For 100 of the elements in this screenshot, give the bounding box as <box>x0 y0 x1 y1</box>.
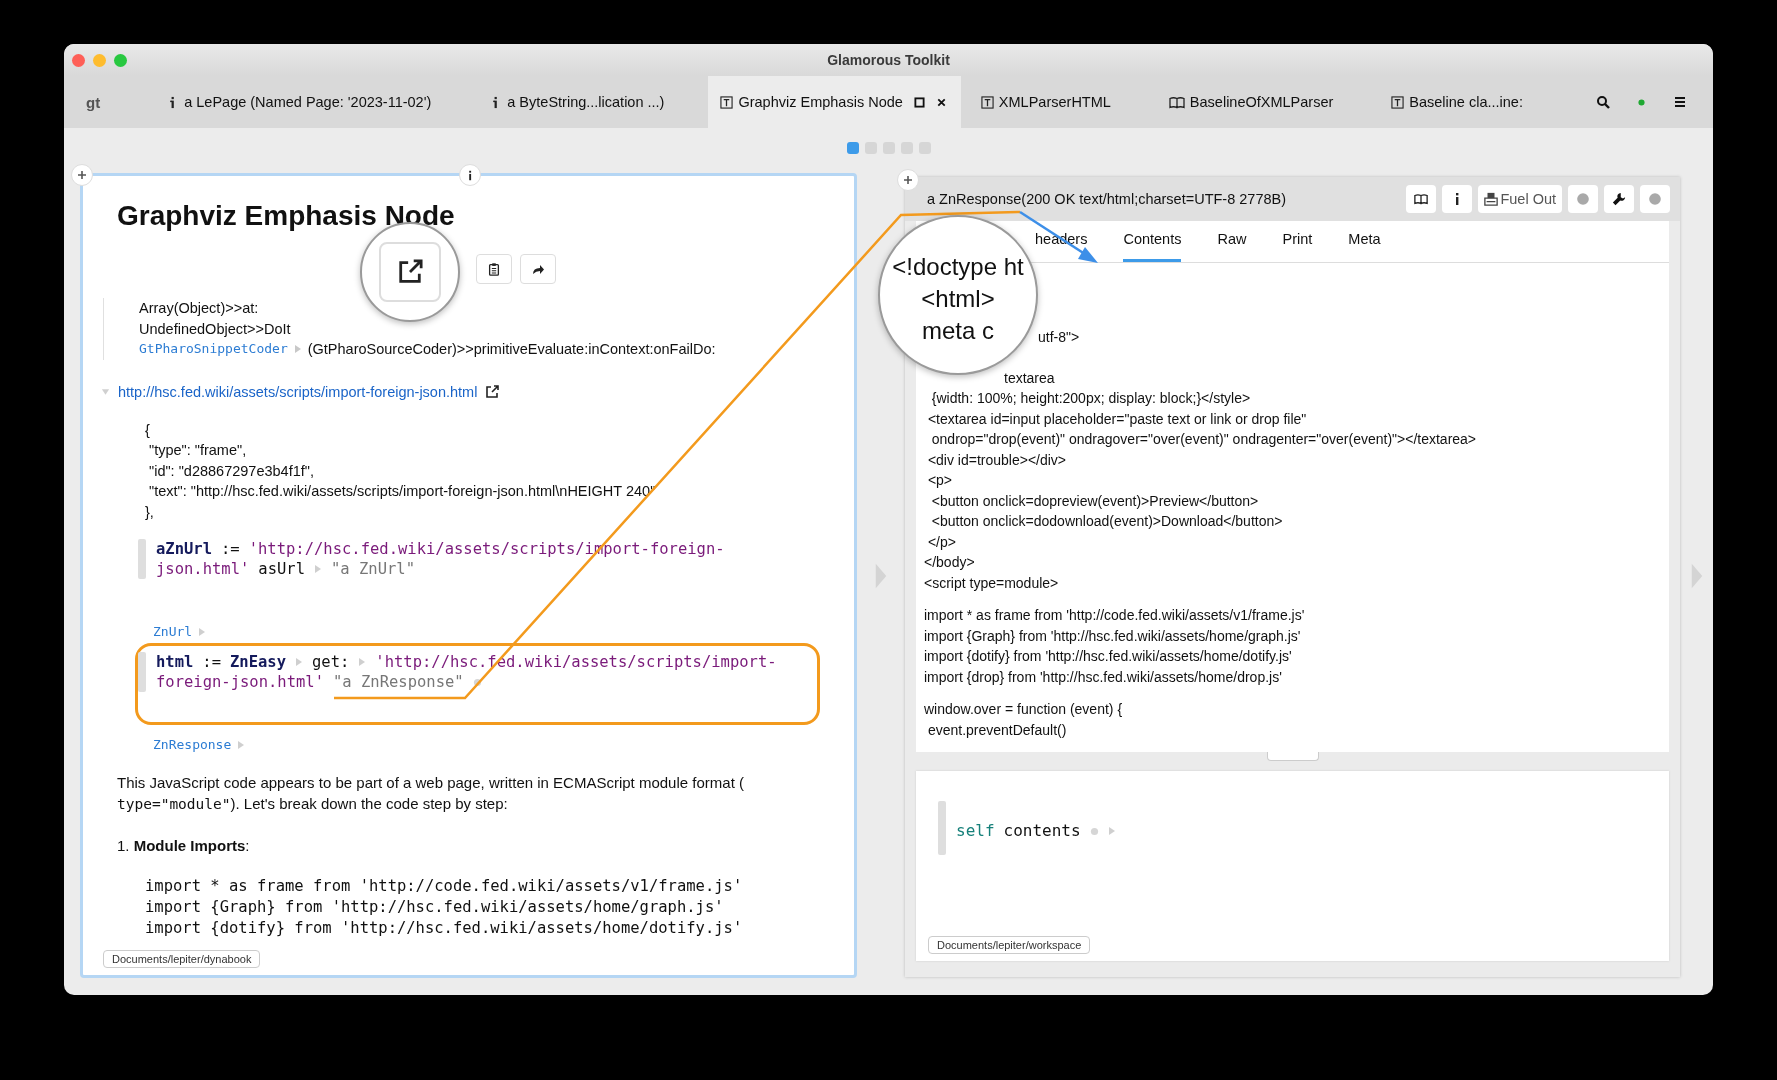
inspector-title: a ZnResponse(200 OK text/html;charset=UTF-8 2778B) <box>927 191 1287 207</box>
dot-icon <box>1089 826 1099 836</box>
circle-icon <box>1648 192 1662 206</box>
source-line: import {dotify} from 'http://hsc.fed.wiki/assets/home/dotify.js' <box>924 647 1292 666</box>
code-token: aZnUrl <box>156 539 212 559</box>
code-token: json.html' <box>156 559 250 579</box>
printer-icon <box>1484 192 1499 206</box>
code-token: := <box>221 539 240 559</box>
code-line: import {dotify} from 'http://hsc.fed.wiki/assets/home/dotify.js' <box>145 918 744 939</box>
code-token: contents <box>1003 821 1081 841</box>
source-line: import {drop} from 'http://hsc.fed.wiki/assets/home/drop.js' <box>924 667 1282 687</box>
json-line: { <box>145 420 151 440</box>
expand-icon[interactable] <box>237 739 246 750</box>
close-window-button[interactable] <box>72 54 85 67</box>
source-line: <script type=module> <box>924 573 1059 593</box>
source-line: <button onclick=dodownload(event)>Download</button> <box>930 512 1283 531</box>
book-icon <box>1168 95 1185 109</box>
zoom-window-button[interactable] <box>114 54 127 67</box>
clipboard-button[interactable] <box>476 254 512 284</box>
code-token: foreign-json.html' <box>156 672 324 692</box>
tab[interactable]: XMLParserHTML <box>966 76 1155 128</box>
paragraph: This JavaScript code appears to be part of a web page, written in ECMAScript module format ( type="module"). Let's break down the code step by step: <box>117 773 745 814</box>
source-line: <button onclick=dopreview(event)>Preview</button> <box>930 491 1259 511</box>
tab[interactable]: a LePage (Named Page: '2023-11-02') <box>152 76 476 128</box>
tab[interactable]: Graphviz Emphasis Node <box>708 76 961 128</box>
expand-icon[interactable] <box>295 657 303 667</box>
tab[interactable]: gt <box>72 76 153 128</box>
code-token: asUrl <box>258 559 305 579</box>
view-tab[interactable]: Meta <box>1348 230 1381 262</box>
source-line: </body> <box>924 553 975 572</box>
source-line: <p> <box>926 471 953 490</box>
result-class-link[interactable]: ZnResponse <box>153 737 232 752</box>
book-icon <box>1414 192 1429 206</box>
stack-frame: (GtPharoSourceCoder)>>primitiveEvaluate:inContext:onFailDo: <box>307 339 716 360</box>
source-line: ondrop="drop(event)" ondragover="over(event)" ondragenter="over(event)"></textarea> <box>930 430 1477 449</box>
source-line: <textarea id=input placeholder="paste text or link or drop file" <box>926 409 1307 429</box>
expand-icon[interactable] <box>198 626 207 637</box>
external-link-icon[interactable] <box>485 384 500 399</box>
wrench-icon <box>1612 192 1626 206</box>
expand-icon[interactable] <box>1107 826 1116 836</box>
class-icon <box>1391 95 1405 109</box>
code-token: ZnEasy <box>230 652 286 672</box>
collapse-icon[interactable] <box>101 387 110 396</box>
page-title: Graphviz Emphasis Node <box>117 199 456 233</box>
source-line: event.preventDefault() <box>926 720 1067 740</box>
code-line: import * as frame from 'http://code.fed.wiki/assets/v1/frame.js' <box>145 876 744 897</box>
class-icon <box>720 95 734 109</box>
menu-icon[interactable] <box>1673 95 1687 109</box>
external-link-icon <box>397 259 423 285</box>
source-line: <div id=trouble></div> <box>926 450 1067 470</box>
clipboard-icon <box>487 262 501 276</box>
path-label: Documents/lepiter/dynabook <box>103 950 261 968</box>
code-token: get: <box>312 652 350 672</box>
circle-button[interactable] <box>1568 185 1598 213</box>
share-button[interactable] <box>520 254 556 284</box>
stack-frame: UndefinedObject>>DoIt <box>139 318 291 339</box>
add-button[interactable] <box>71 164 93 186</box>
list-item: 1. Module Imports: <box>117 837 251 854</box>
resize-handle[interactable] <box>1266 752 1319 761</box>
open-external-button[interactable] <box>379 242 441 302</box>
search-icon[interactable] <box>1596 95 1610 109</box>
maximize-icon[interactable] <box>913 96 925 108</box>
circle-button[interactable] <box>1640 185 1670 213</box>
add-button[interactable] <box>897 169 919 191</box>
info-button[interactable] <box>459 164 481 186</box>
expand-icon[interactable] <box>358 657 367 667</box>
view-tab[interactable]: Contents <box>1123 230 1182 262</box>
tab[interactable]: Baseline cla...ine: <box>1377 76 1567 128</box>
editor-gutter <box>938 801 946 855</box>
wrench-button[interactable] <box>1604 185 1634 213</box>
view-tab[interactable]: Raw <box>1217 230 1247 262</box>
status-dot-icon <box>1638 98 1645 106</box>
magnified-text: <html> <box>920 284 996 314</box>
coder-link[interactable]: GtPharoSnippetCoder <box>139 339 288 360</box>
class-icon <box>980 95 994 109</box>
plus-icon <box>77 170 87 180</box>
source-line: window.over = function (event) { <box>924 700 1123 719</box>
result-class-link[interactable]: ZnUrl <box>153 624 193 639</box>
code-token: "a ZnUrl" <box>331 559 415 579</box>
dot-icon <box>472 677 482 687</box>
expand-icon[interactable] <box>293 344 302 355</box>
info-button[interactable] <box>1442 185 1473 213</box>
code-token: "a ZnResponse" <box>333 672 464 692</box>
expand-icon[interactable] <box>314 564 322 574</box>
link[interactable]: http://hsc.fed.wiki/assets/scripts/import-foreign-json.html <box>118 383 478 400</box>
tab[interactable]: BaselineOfXMLParser <box>1154 76 1378 128</box>
circle-icon <box>1576 192 1590 206</box>
book-button[interactable] <box>1406 185 1437 213</box>
editor-gutter <box>138 539 146 579</box>
json-line: "type": "frame", <box>148 441 248 460</box>
code-token: := <box>202 652 221 672</box>
json-line: }, <box>145 502 155 522</box>
close-icon[interactable] <box>935 96 947 108</box>
magnified-text: meta c <box>921 316 995 346</box>
fuel-out-button[interactable]: Fuel Out <box>1478 185 1562 213</box>
code-token: html <box>156 652 194 672</box>
minimize-window-button[interactable] <box>93 54 106 67</box>
view-tab[interactable]: Print <box>1282 230 1313 262</box>
tab[interactable]: a ByteString...lication ...) <box>475 76 709 128</box>
plus-icon <box>903 175 913 185</box>
